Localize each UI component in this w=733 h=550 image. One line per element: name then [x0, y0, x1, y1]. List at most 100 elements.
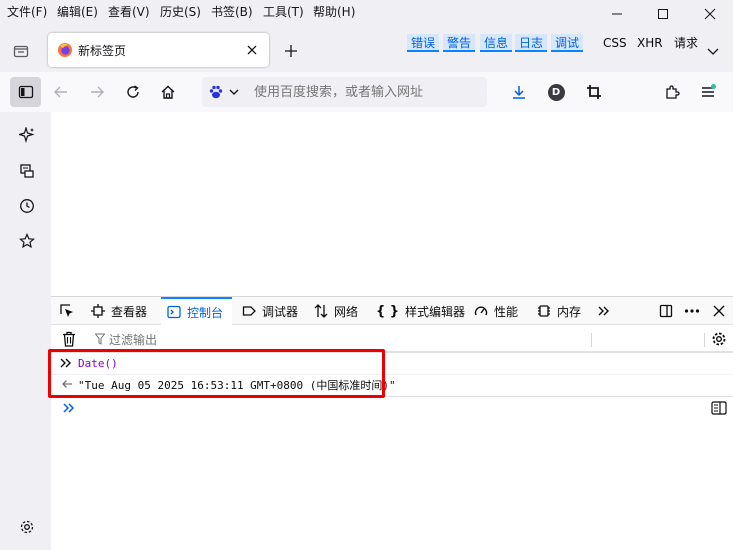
menu-tools[interactable]: 工具(T)	[263, 3, 304, 20]
list-all-tabs-button[interactable]	[702, 40, 724, 62]
sparkle-icon	[19, 127, 35, 143]
menu-bookmarks[interactable]: 书签(B)	[211, 3, 253, 20]
menu-edit[interactable]: 编辑(E)	[57, 3, 98, 20]
search-engine-button[interactable]	[208, 83, 246, 101]
dock-options-button[interactable]	[657, 302, 675, 320]
close-tab-button[interactable]	[244, 42, 260, 58]
tab-new-tab[interactable]: 新标签页	[48, 33, 269, 67]
forward-button[interactable]	[87, 82, 107, 102]
hamburger-menu-icon	[702, 84, 716, 97]
chevron-down-icon	[707, 48, 719, 55]
separator	[704, 333, 705, 347]
filter-errors-button[interactable]: 错误	[407, 34, 440, 52]
menu-history[interactable]: 历史(S)	[160, 3, 201, 20]
trash-icon	[63, 331, 75, 347]
minimize-button[interactable]	[594, 0, 640, 28]
more-dots-icon	[684, 309, 700, 313]
minimize-icon	[612, 13, 622, 15]
pick-element-icon	[60, 304, 73, 317]
url-bar[interactable]	[202, 77, 487, 107]
tab-title: 新标签页	[78, 44, 127, 58]
tab-style-editor[interactable]: { } 样式编辑器	[376, 297, 465, 325]
avatar: D	[547, 83, 565, 101]
sidebar-ai-chatbot-button[interactable]	[17, 125, 37, 145]
tab-debugger[interactable]: 调试器	[242, 297, 298, 325]
tab-inspector-label: 查看器	[111, 304, 148, 319]
screenshot-crop-button[interactable]	[584, 82, 604, 102]
filter-xhr-button[interactable]: XHR	[633, 34, 667, 52]
console-input-field[interactable]	[78, 400, 698, 418]
star-icon	[19, 233, 35, 249]
tab-inspector[interactable]: 查看器	[91, 297, 147, 325]
sidebar-bookmarks-button[interactable]	[17, 231, 37, 251]
synced-tabs-icon	[20, 164, 34, 178]
crop-icon	[587, 85, 601, 99]
reload-button[interactable]	[123, 82, 143, 102]
filter-requests-button[interactable]: 请求	[670, 34, 702, 52]
firefox-view-button[interactable]	[10, 40, 32, 62]
downloads-button[interactable]	[509, 82, 529, 102]
sidebar-synced-tabs-button[interactable]	[17, 161, 37, 181]
tab-performance[interactable]: 性能	[474, 297, 518, 325]
tab-performance-label: 性能	[494, 304, 519, 319]
dock-icon	[659, 304, 673, 318]
gauge-icon	[474, 306, 488, 316]
account-button[interactable]: D	[546, 82, 566, 102]
element-picker-button[interactable]	[58, 302, 76, 320]
tab-network[interactable]: 网络	[314, 297, 358, 325]
filter-debug-button[interactable]: 调试	[551, 34, 584, 52]
tab-style-editor-label: 样式编辑器	[405, 304, 466, 319]
reload-icon	[127, 85, 139, 98]
home-button[interactable]	[158, 82, 178, 102]
menu-help[interactable]: 帮助(H)	[313, 3, 355, 20]
filter-output-field[interactable]: 过滤输出	[95, 331, 157, 347]
tab-memory[interactable]: 内存	[537, 297, 581, 325]
clock-icon	[20, 199, 34, 213]
close-devtools-button[interactable]	[710, 302, 728, 320]
arrow-left-icon	[54, 86, 67, 98]
extensions-button[interactable]	[662, 82, 682, 102]
baidu-paw-icon	[209, 85, 223, 99]
home-icon	[161, 85, 175, 99]
console-settings-button[interactable]	[710, 330, 728, 348]
new-tab-button[interactable]	[280, 40, 302, 62]
sidebar-customize-button[interactable]	[17, 517, 37, 537]
menu-view[interactable]: 查看(V)	[108, 3, 150, 20]
page-content[interactable]	[51, 112, 733, 296]
filter-info-button[interactable]: 信息	[480, 34, 513, 52]
devtools-panel: 查看器 控制台 调试器 网络 { } 样式编辑器 性能 内存 过滤输出	[51, 296, 733, 550]
plus-icon	[285, 45, 297, 57]
console-prompt-icon	[63, 402, 77, 414]
sidebar-icon	[18, 85, 33, 99]
filter-css-button[interactable]: CSS	[599, 34, 631, 52]
tab-network-label: 网络	[334, 304, 359, 319]
sidebar-history-button[interactable]	[17, 196, 37, 216]
separator	[591, 333, 592, 347]
filter-placeholder: 过滤输出	[109, 332, 158, 347]
firefox-logo-icon	[57, 42, 73, 58]
chevrons-right-icon	[598, 306, 609, 316]
inspector-icon	[91, 304, 105, 318]
url-input[interactable]	[254, 82, 479, 102]
tab-console-label: 控制台	[187, 305, 224, 320]
filter-icon	[95, 333, 105, 345]
sidebar-toggle-button[interactable]	[10, 77, 41, 107]
more-tools-button[interactable]	[595, 302, 613, 320]
arrow-right-icon	[91, 86, 104, 98]
filter-warnings-button[interactable]: 警告	[443, 34, 476, 52]
devtools-menu-button[interactable]	[683, 302, 701, 320]
maximize-button[interactable]	[640, 0, 686, 28]
clear-console-button[interactable]	[60, 330, 78, 348]
back-button[interactable]	[51, 82, 71, 102]
filter-logs-button[interactable]: 日志	[515, 34, 548, 52]
devtools-toolbar: 查看器 控制台 调试器 网络 { } 样式编辑器 性能 内存	[51, 297, 733, 325]
braces-icon: { }	[376, 303, 400, 319]
menu-file[interactable]: 文件(F)	[7, 3, 47, 20]
tab-debugger-label: 调试器	[262, 304, 299, 319]
tab-console[interactable]: 控制台	[161, 297, 232, 325]
tab-memory-label: 内存	[557, 304, 582, 319]
app-menu-button[interactable]	[698, 82, 718, 102]
close-window-button[interactable]	[687, 0, 733, 28]
memory-chip-icon	[538, 305, 550, 317]
toggle-editor-button[interactable]	[710, 400, 728, 416]
